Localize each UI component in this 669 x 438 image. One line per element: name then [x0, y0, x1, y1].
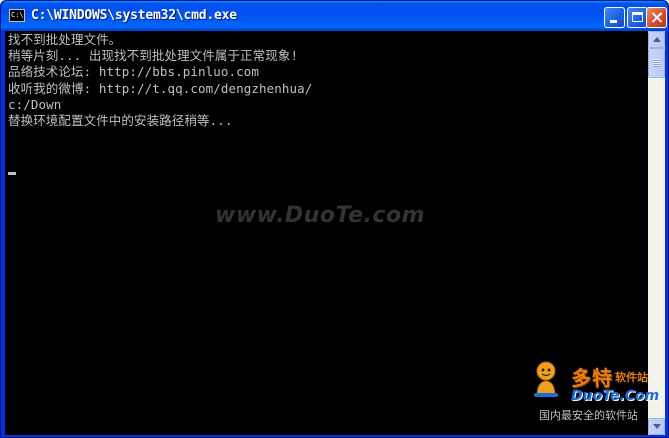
console-line: 找不到批处理文件。: [8, 32, 122, 47]
console-line: 替换环境配置文件中的安装路径稍等...: [8, 113, 233, 128]
console-line: 品络技术论坛: http://bbs.pinluo.com: [8, 64, 259, 79]
logo-tag: 软件站: [615, 371, 648, 384]
cmd-app-icon[interactable]: C:\: [9, 9, 25, 22]
console-line: 稍等片刻... 出现找不到批处理文件属于正常现象!: [8, 48, 299, 63]
maximize-button[interactable]: [627, 7, 648, 28]
console-line: 收听我的微博: http://t.qq.com/dengzhenhua/: [8, 81, 313, 96]
title-bar[interactable]: C:\ C:\WINDOWS\system32\cmd.exe: [1, 1, 668, 31]
logo-name: 多特: [571, 366, 613, 390]
logo-slogan: 国内最安全的软件站: [539, 409, 638, 422]
text-cursor: [8, 172, 16, 175]
console-line: c:/Down: [8, 97, 62, 112]
scroll-thumb[interactable]: [648, 48, 665, 78]
window-title: C:\WINDOWS\system32\cmd.exe: [31, 8, 237, 23]
mascot-icon: [534, 361, 558, 397]
scroll-up-button[interactable]: [648, 31, 665, 48]
cmd-window: C:\ C:\WINDOWS\system32\cmd.exe 找不到批处理文件…: [0, 0, 669, 438]
logo-domain: DuoTe.Com: [571, 388, 660, 404]
minimize-button[interactable]: [604, 7, 625, 28]
site-logo: 多特 软件站 DuoTe.Com 国内最安全的软件站: [531, 358, 666, 428]
close-button[interactable]: [646, 7, 667, 28]
watermark-text: www.DuoTe.com: [215, 203, 425, 228]
